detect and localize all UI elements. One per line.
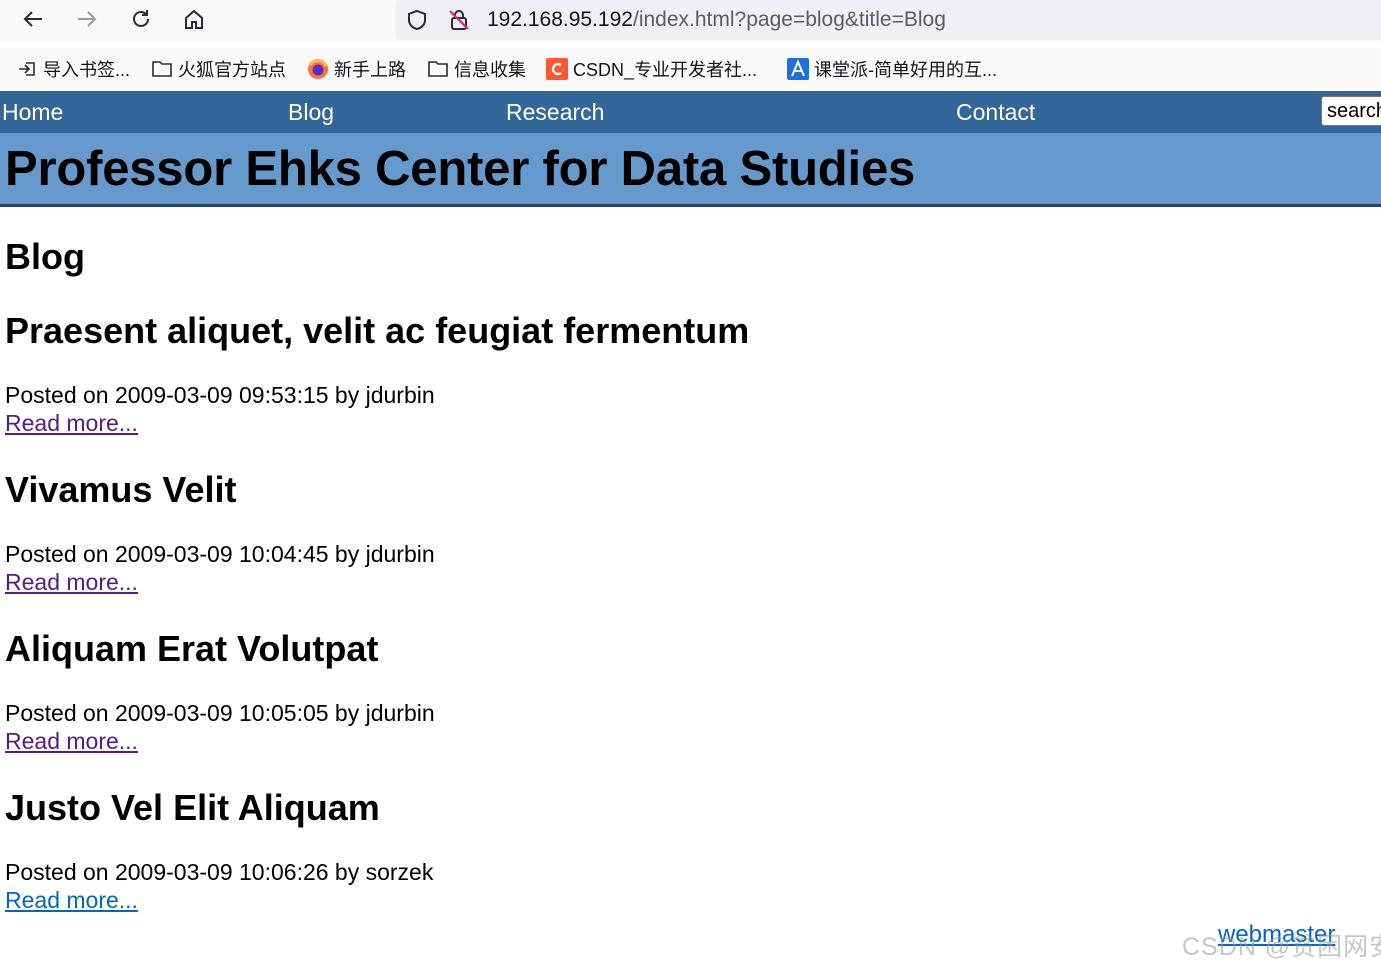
import-icon	[16, 58, 38, 80]
ketangpai-icon	[787, 58, 809, 80]
bookmark-label: 信息收集	[454, 60, 526, 80]
bookmark-info-collect[interactable]: 信息收集	[427, 57, 526, 81]
nav-home[interactable]: Home	[2, 99, 63, 126]
bookmark-csdn[interactable]: CSDN_专业开发者社...	[546, 57, 757, 81]
site-title: Professor Ehks Center for Data Studies	[5, 142, 916, 196]
reload-button[interactable]	[124, 4, 158, 34]
bookmark-label: 导入书签...	[43, 60, 131, 80]
bookmark-label: 新手上路	[334, 60, 406, 80]
address-bar[interactable]: 192.168.95.192/index.html?page=blog&titl…	[395, 0, 1381, 40]
csdn-icon	[546, 58, 568, 80]
post-meta: Posted on 2009-03-09 10:04:45 by jdurbin	[5, 541, 435, 567]
forward-button[interactable]	[70, 4, 104, 34]
browser-toolbar: 192.168.95.192/index.html?page=blog&titl…	[0, 0, 1381, 42]
page-title: Blog	[5, 236, 85, 277]
blog-post: Vivamus Velit Posted on 2009-03-09 10:04…	[5, 469, 1005, 595]
blog-post: Aliquam Erat Volutpat Posted on 2009-03-…	[5, 628, 1005, 754]
read-more-link[interactable]: Read more...	[5, 887, 138, 914]
nav-contact[interactable]: Contact	[956, 99, 1035, 126]
watermark: CSDN @贫困网安	[1182, 933, 1381, 961]
reload-icon	[133, 10, 149, 27]
url-host: 192.168.95.192	[487, 8, 633, 31]
url-path: /index.html?page=blog&title=Blog	[632, 8, 946, 31]
bookmarks-bar: 导入书签... 火狐官方站点 新手上路 信息收集 CSDN_专业开发者社... …	[0, 48, 1381, 90]
back-button[interactable]	[16, 4, 50, 34]
forward-arrow-icon	[78, 11, 97, 27]
tracking-shield-icon[interactable]	[403, 6, 431, 34]
insecure-lock-icon[interactable]	[445, 6, 473, 34]
blog-post: Praesent aliquet, velit ac feugiat ferme…	[5, 310, 1005, 436]
folder-icon	[427, 58, 449, 80]
nav-blog[interactable]: Blog	[288, 99, 334, 126]
firefox-icon	[307, 58, 329, 80]
search-input[interactable]: search	[1321, 96, 1381, 126]
home-icon	[185, 9, 203, 29]
bookmark-label: CSDN_专业开发者社...	[573, 60, 758, 80]
blog-post: Justo Vel Elit Aliquam Posted on 2009-03…	[5, 787, 1005, 913]
bookmark-import[interactable]: 导入书签...	[16, 57, 130, 81]
read-more-link[interactable]: Read more...	[5, 410, 138, 437]
bookmark-firefox-site[interactable]: 火狐官方站点	[151, 57, 286, 81]
post-title: Vivamus Velit	[5, 469, 237, 510]
post-title: Praesent aliquet, velit ac feugiat ferme…	[5, 310, 750, 351]
bookmark-label: 火狐官方站点	[178, 60, 286, 80]
bookmark-label: 课堂派-简单好用的互...	[814, 60, 997, 80]
post-title: Justo Vel Elit Aliquam	[5, 787, 380, 828]
home-button[interactable]	[177, 4, 211, 34]
post-meta: Posted on 2009-03-09 10:06:26 by sorzek	[5, 859, 434, 885]
bookmark-ketangpai[interactable]: 课堂派-简单好用的互...	[787, 57, 997, 81]
url-text[interactable]: 192.168.95.192/index.html?page=blog&titl…	[487, 8, 946, 32]
bookmark-getting-started[interactable]: 新手上路	[307, 57, 406, 81]
read-more-link[interactable]: Read more...	[5, 728, 138, 755]
site-navbar: Home Blog Research Contact search	[0, 91, 1381, 133]
back-arrow-icon	[23, 11, 42, 27]
read-more-link[interactable]: Read more...	[5, 569, 138, 596]
site-banner: Professor Ehks Center for Data Studies	[0, 133, 1381, 207]
post-meta: Posted on 2009-03-09 10:05:05 by jdurbin	[5, 700, 435, 726]
folder-icon	[151, 58, 173, 80]
post-title: Aliquam Erat Volutpat	[5, 628, 379, 669]
nav-research[interactable]: Research	[506, 99, 604, 126]
post-meta: Posted on 2009-03-09 09:53:15 by jdurbin	[5, 382, 435, 408]
